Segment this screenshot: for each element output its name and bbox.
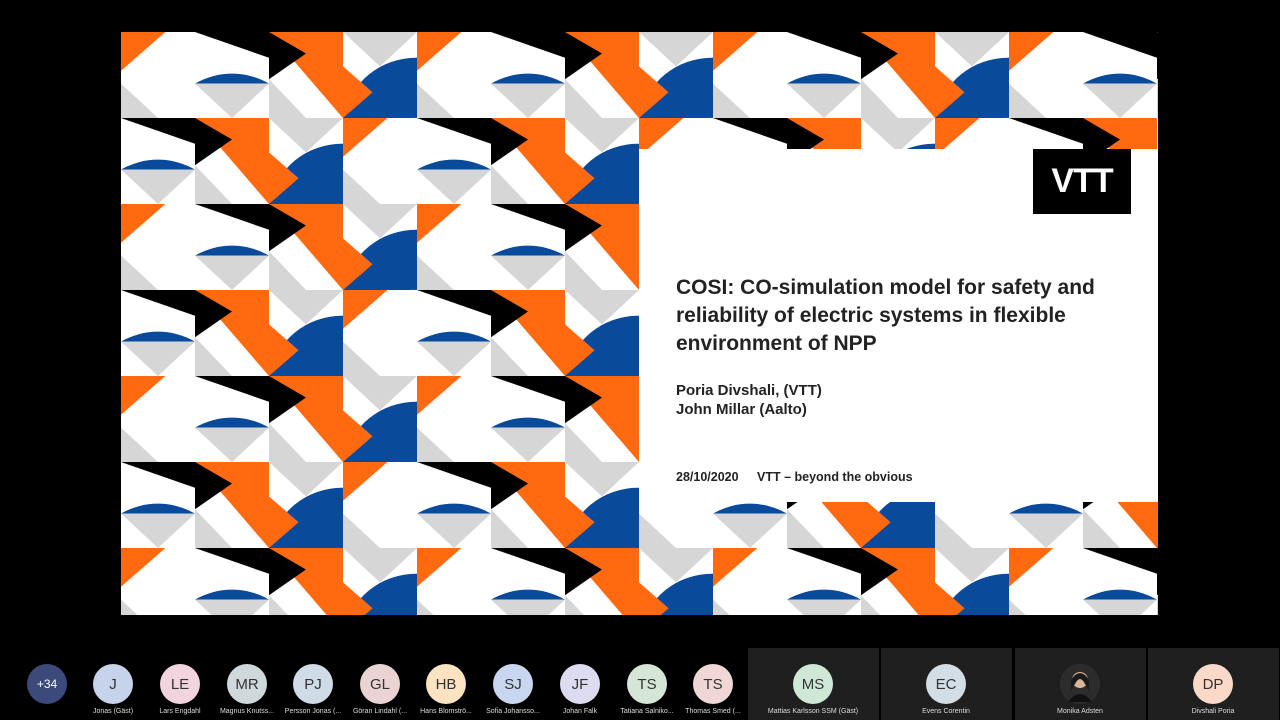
participant-name: Persson Jonas (...: [284, 708, 342, 715]
more-participants-button[interactable]: +34: [27, 664, 67, 704]
participant-name: Evens Corentin: [922, 708, 970, 715]
participant-avatar[interactable]: TS: [693, 664, 733, 704]
participant-name: Magnus Knutss...: [219, 708, 275, 715]
vtt-logo: VTT: [1033, 149, 1131, 214]
participant-avatar[interactable]: JF: [560, 664, 600, 704]
participant-avatar[interactable]: EC: [926, 664, 966, 704]
participant-name: Divshali Poria: [1191, 708, 1235, 715]
participant-avatar[interactable]: LE: [160, 664, 200, 704]
participant-avatar[interactable]: TS: [627, 664, 667, 704]
participant-name: Jonas (Gäst): [92, 708, 134, 715]
participant-avatar[interactable]: MR: [227, 664, 267, 704]
participant-photo-avatar[interactable]: [1060, 664, 1100, 704]
participant-avatar[interactable]: DP: [1193, 664, 1233, 704]
slide-title-panel: VTT COSI: CO-simulation model for safety…: [639, 149, 1158, 502]
participant-name: Sofia Johansso...: [486, 708, 540, 715]
slide-date: 28/10/2020: [676, 470, 739, 484]
participant-name: Johan Falk: [562, 708, 598, 715]
participant-avatar[interactable]: SJ: [493, 664, 533, 704]
participant-avatar[interactable]: PJ: [293, 664, 333, 704]
participant-avatar[interactable]: HB: [426, 664, 466, 704]
participant-name: Göran Lindahl (...: [352, 708, 408, 715]
participant-name: Hans Blomströ...: [420, 708, 472, 715]
slide-author: Poria Divshali, (VTT): [676, 382, 822, 399]
participant-name: Mattias Karlsson SSM (Gäst): [767, 708, 859, 715]
participant-avatar[interactable]: J: [93, 664, 133, 704]
participant-avatar[interactable]: GL: [360, 664, 400, 704]
person-photo-icon: [1060, 664, 1100, 704]
participant-avatar[interactable]: MS: [793, 664, 833, 704]
participant-name: Lars Engdahl: [159, 708, 201, 715]
participant-name: Thomas Smed (...: [685, 708, 741, 715]
participant-strip: J Jonas (Gäst) LE Lars Engdahl MR Magnus Knut…: [0, 648, 1280, 720]
slide-tagline: VTT – beyond the obvious: [757, 470, 913, 484]
participant-name: Monika Adsten: [1057, 708, 1103, 715]
shared-slide: VTT COSI: CO-simulation model for safety…: [121, 32, 1158, 615]
participant-name: Tatiana Salniko...: [620, 708, 674, 715]
slide-title: COSI: CO-simulation model for safety and…: [676, 276, 1095, 355]
slide-author: John Millar (Aalto): [676, 401, 807, 418]
